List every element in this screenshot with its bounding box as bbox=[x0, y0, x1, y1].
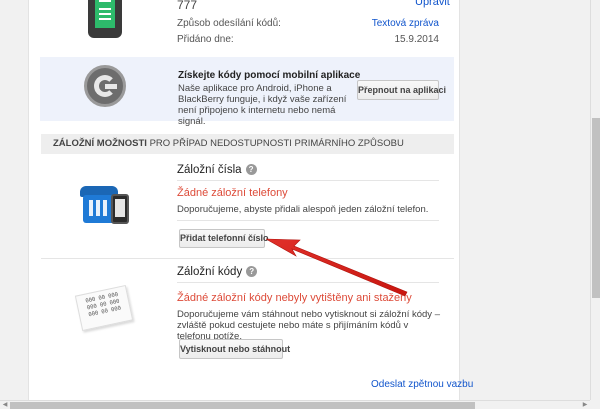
backup-header-rest: PRO PŘÍPAD NEDOSTUPNOSTI PRIMÁRNÍHO ZPŮS… bbox=[146, 138, 404, 149]
app-panel-description: Naše aplikace pro Android, iPhone a Blac… bbox=[178, 83, 347, 127]
backup-numbers-title: Záložní čísla? bbox=[177, 164, 257, 176]
method-label: Způsob odesílání kódů: bbox=[177, 18, 281, 29]
backup-numbers-hint: Doporučujeme, abyste přidali alespoň jed… bbox=[177, 204, 429, 215]
backup-codes-title: Záložní kódy? bbox=[177, 266, 258, 278]
horizontal-scrollbar[interactable]: ◀ ▶ bbox=[0, 400, 590, 409]
primary-phone-number: 777 bbox=[177, 0, 198, 12]
method-value-link[interactable]: Textová zpráva bbox=[372, 18, 439, 29]
vertical-scrollbar[interactable] bbox=[590, 0, 600, 400]
page: 777 Upravit Způsob odesílání kódů: Texto… bbox=[0, 0, 590, 409]
divider bbox=[177, 180, 439, 181]
backup-codes-hint: Doporučujeme vám stáhnout nebo vytisknou… bbox=[177, 309, 440, 342]
app-panel-title: Získejte kódy pomocí mobilní aplikace bbox=[178, 70, 361, 81]
scrollbar-thumb[interactable] bbox=[10, 402, 475, 409]
google-authenticator-icon bbox=[84, 65, 126, 107]
send-feedback-link[interactable]: Odeslat zpětnou vazbu bbox=[371, 379, 473, 390]
print-or-download-button[interactable]: Vytisknout nebo stáhnout bbox=[179, 339, 290, 359]
add-phone-number-button[interactable]: Přidat telefonní číslo bbox=[179, 229, 269, 248]
added-row: Přidáno dne: 15.9.2014 bbox=[177, 34, 439, 45]
section-separator bbox=[41, 258, 454, 259]
added-value: 15.9.2014 bbox=[394, 34, 440, 45]
no-backup-phones-status: Žádné záložní telefony bbox=[177, 187, 288, 199]
help-icon[interactable]: ? bbox=[245, 164, 257, 175]
no-backup-codes-status: Žádné záložní kódy nebyly vytištěny ani … bbox=[177, 292, 412, 304]
added-label: Přidáno dne: bbox=[177, 34, 234, 45]
help-icon[interactable]: ? bbox=[246, 266, 258, 277]
backup-header-bold: ZÁLOŽNÍ MOŽNOSTI bbox=[53, 138, 147, 149]
backup-numbers-title-text: Záložní čísla bbox=[177, 164, 242, 176]
method-row: Způsob odesílání kódů: Textová zpráva bbox=[177, 18, 439, 29]
backup-codes-title-text: Záložní kódy bbox=[177, 266, 243, 278]
switch-to-app-button[interactable]: Přepnout na aplikaci bbox=[357, 80, 446, 100]
divider bbox=[177, 220, 439, 221]
scroll-left-icon[interactable]: ◀ bbox=[0, 401, 10, 409]
divider bbox=[177, 282, 439, 283]
desk-phone-icon bbox=[80, 186, 130, 226]
smartphone-icon bbox=[88, 0, 122, 38]
scroll-right-icon[interactable]: ▶ bbox=[580, 401, 590, 409]
edit-link[interactable]: Upravit bbox=[415, 0, 450, 8]
backup-options-header: ZÁLOŽNÍ MOŽNOSTI PRO PŘÍPAD NEDOSTUPNOST… bbox=[41, 134, 454, 154]
scrollbar-thumb[interactable] bbox=[592, 118, 600, 298]
